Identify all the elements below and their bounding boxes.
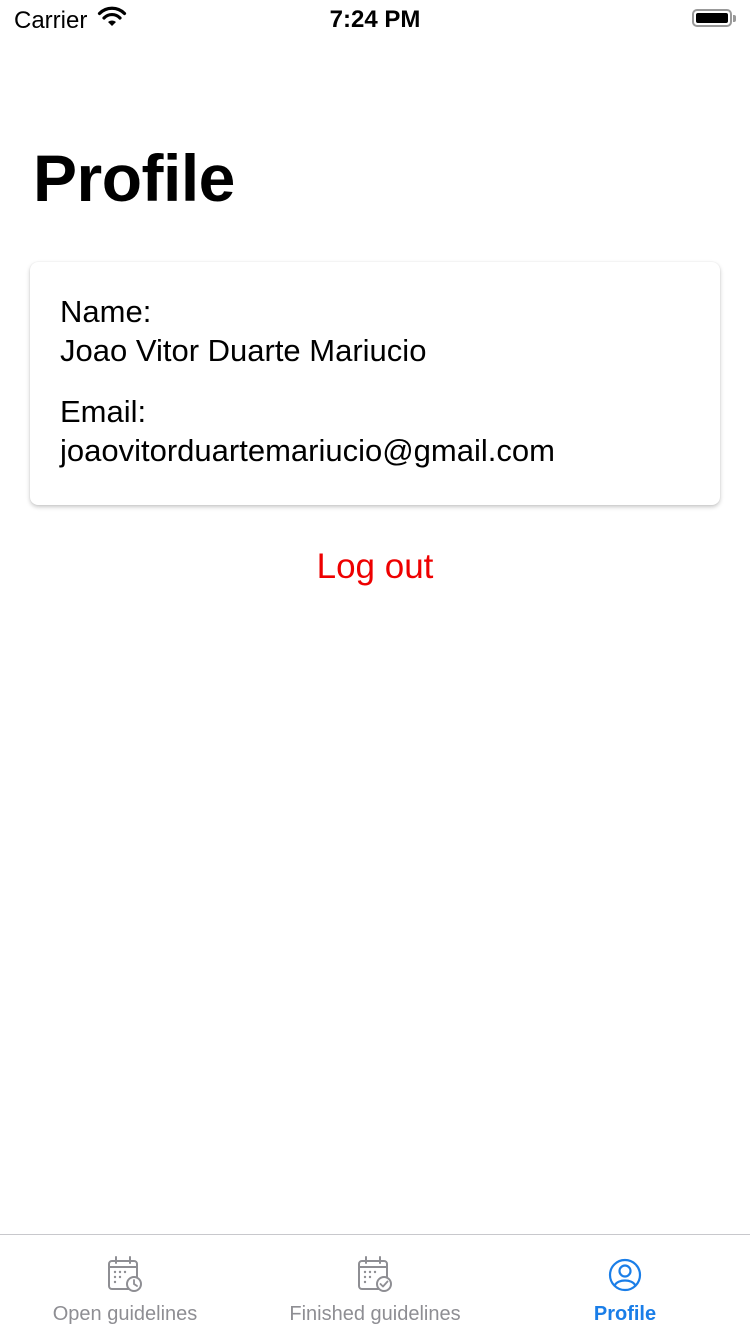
tab-open-guidelines[interactable]: Open guidelines <box>0 1235 250 1334</box>
name-field: Name: Joao Vitor Duarte Mariucio <box>60 292 690 370</box>
tab-bar: Open guidelines Finished guidelines Prof… <box>0 1234 750 1334</box>
email-label: Email: <box>60 394 147 429</box>
email-value: joaovitorduartemariucio@gmail.com <box>60 433 555 468</box>
user-circle-icon <box>605 1255 645 1295</box>
tab-finished-guidelines[interactable]: Finished guidelines <box>250 1235 500 1334</box>
calendar-clock-icon <box>105 1255 145 1295</box>
tab-open-guidelines-label: Open guidelines <box>52 1303 198 1325</box>
name-label: Name: <box>60 294 152 329</box>
logout-button[interactable]: Log out <box>0 544 750 590</box>
page-title: Profile <box>33 141 235 215</box>
profile-card: Name: Joao Vitor Duarte Mariucio Email: … <box>30 262 720 505</box>
profile-screen: Carrier 7:24 PM Profile Name: Joao Vitor… <box>0 0 750 1334</box>
name-value: Joao Vitor Duarte Mariucio <box>60 333 427 368</box>
calendar-check-icon <box>355 1255 395 1295</box>
tab-finished-guidelines-label: Finished guidelines <box>289 1303 461 1325</box>
status-time: 7:24 PM <box>329 6 421 33</box>
tab-profile[interactable]: Profile <box>500 1235 750 1334</box>
battery-icon <box>692 9 736 27</box>
tab-profile-label: Profile <box>593 1303 657 1325</box>
status-bar: Carrier 7:24 PM <box>0 0 750 40</box>
email-field: Email: joaovitorduartemariucio@gmail.com <box>60 392 690 470</box>
